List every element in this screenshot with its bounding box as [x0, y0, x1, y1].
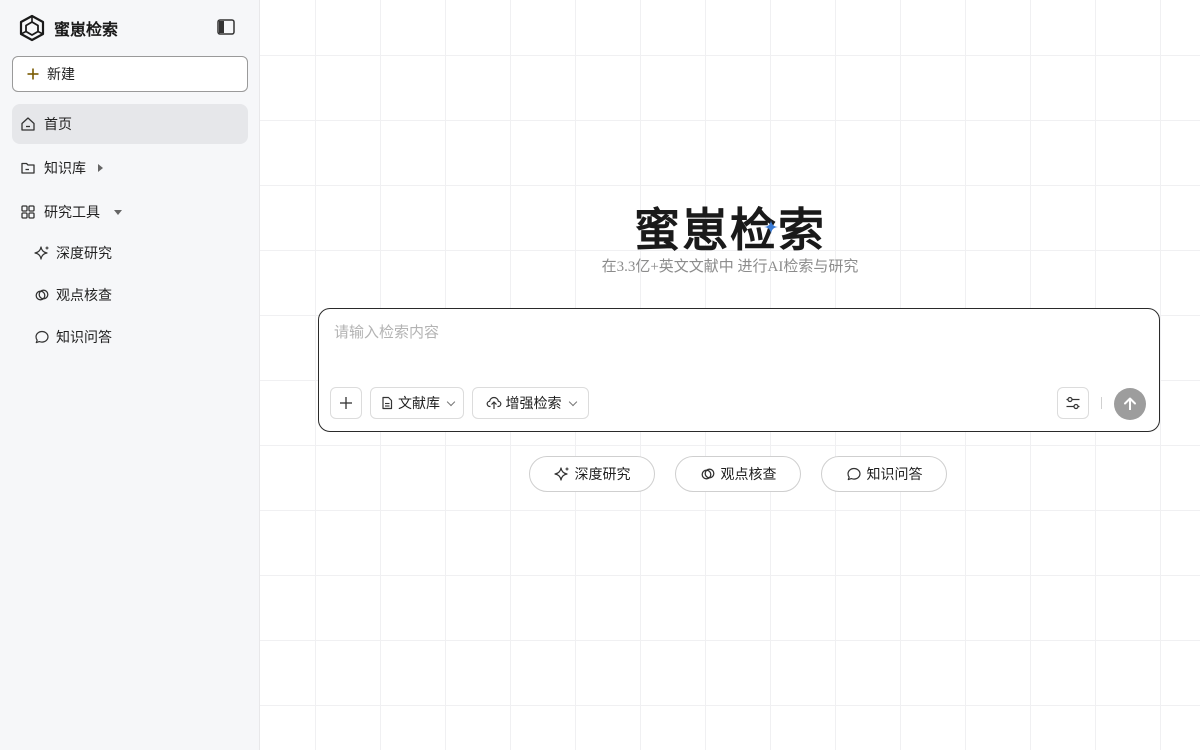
- page-title: 蜜崽检索: [634, 203, 826, 257]
- enhanced-search-label: 增强检索: [505, 396, 562, 412]
- enhanced-search-select[interactable]: 增强检索: [472, 387, 589, 419]
- sparkle-icon: [553, 466, 570, 482]
- quick-action-label: 知识问答: [866, 467, 923, 483]
- sidebar-item-label: 首页: [44, 117, 72, 133]
- new-button[interactable]: 新建: [12, 56, 248, 92]
- quick-action-label: 深度研究: [574, 467, 631, 483]
- sidebar-item-knowledge[interactable]: 知识库: [12, 148, 248, 188]
- home-icon: [20, 116, 36, 132]
- hexagon-logo-icon: [18, 14, 46, 42]
- add-attachment-button[interactable]: [330, 387, 362, 419]
- link-check-icon: [700, 466, 716, 482]
- send-button[interactable]: [1114, 388, 1146, 420]
- document-icon: [380, 396, 394, 410]
- sidebar-item-label: 知识库: [44, 161, 86, 177]
- chevron-down-icon: [568, 397, 577, 406]
- sidebar-item-label: 观点核查: [56, 288, 112, 304]
- page-subtitle: 在3.3亿+英文文献中 进行AI检索与研究: [601, 259, 859, 275]
- sidebar-collapse-button[interactable]: [216, 17, 236, 37]
- quick-deep-research-button[interactable]: 深度研究: [529, 456, 655, 492]
- quick-knowledge-qa-button[interactable]: 知识问答: [821, 456, 947, 492]
- chat-bubble-icon: [34, 329, 50, 345]
- toolbar-divider: [1101, 397, 1102, 409]
- sidebar-item-label: 研究工具: [44, 205, 100, 221]
- library-select-label: 文献库: [398, 396, 440, 412]
- caret-down-icon[interactable]: [114, 209, 122, 215]
- sliders-icon: [1065, 395, 1081, 411]
- chat-bubble-icon: [846, 466, 862, 482]
- search-box: 文献库 增强检索: [318, 308, 1160, 432]
- sidebar-item-knowledge-qa[interactable]: 知识问答: [34, 323, 112, 351]
- sidebar-item-label: 深度研究: [56, 246, 112, 262]
- sidebar: 蜜崽检索 新建 首页 知识库 研究工具 深度研究 观点核查 知识问答: [0, 0, 260, 750]
- new-button-label: 新建: [47, 67, 75, 83]
- grid-icon: [20, 204, 36, 220]
- quick-action-label: 观点核查: [720, 467, 777, 483]
- plus-icon: [26, 67, 40, 81]
- chevron-down-icon: [446, 397, 456, 406]
- plus-icon: [339, 396, 353, 410]
- brand[interactable]: 蜜崽检索: [18, 13, 118, 43]
- sidebar-item-research-tools[interactable]: 研究工具: [12, 192, 248, 232]
- upload-cloud-icon: [486, 396, 502, 410]
- search-input[interactable]: [334, 321, 1134, 361]
- arrow-up-icon: [1122, 396, 1138, 412]
- brand-name: 蜜崽检索: [54, 20, 119, 39]
- sidebar-item-home[interactable]: 首页: [12, 104, 248, 144]
- filter-settings-button[interactable]: [1057, 387, 1089, 419]
- main-area: 蜜崽检索 在3.3亿+英文文献中 进行AI检索与研究 请输入检索内容 文献库 增…: [260, 0, 1200, 750]
- sidebar-collapse-icon: [217, 19, 235, 35]
- title-sparkle-icon: [764, 220, 778, 234]
- folder-icon: [20, 160, 36, 176]
- library-select[interactable]: 文献库: [370, 387, 464, 419]
- sidebar-item-label: 知识问答: [56, 330, 112, 346]
- link-check-icon: [34, 287, 50, 303]
- sparkle-icon: [34, 245, 50, 261]
- sidebar-item-claim-check[interactable]: 观点核查: [34, 281, 112, 309]
- quick-claim-check-button[interactable]: 观点核查: [675, 456, 801, 492]
- caret-right-icon[interactable]: [98, 164, 103, 172]
- sidebar-item-deep-research[interactable]: 深度研究: [34, 239, 112, 267]
